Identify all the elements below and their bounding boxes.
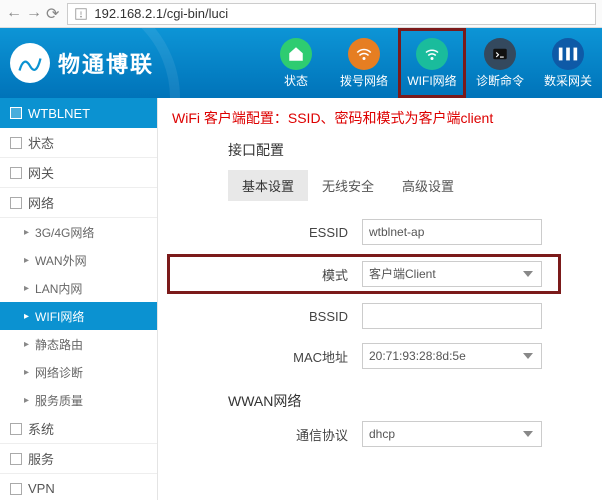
row-essid: ESSID bbox=[172, 219, 588, 245]
tab-advanced[interactable]: 高级设置 bbox=[388, 170, 468, 201]
sidebar-sub-qos[interactable]: 服务质量 bbox=[0, 386, 157, 414]
sidebar-title[interactable]: WTBLNET bbox=[0, 98, 157, 128]
gateway-icon bbox=[552, 38, 584, 70]
sidebar-item-service[interactable]: 服务 bbox=[0, 444, 157, 474]
topnav-label: 数采网关 bbox=[544, 72, 592, 89]
sidebar-item-vpn[interactable]: VPN bbox=[0, 474, 157, 500]
section-title-wwan: WWAN网络 bbox=[172, 391, 588, 411]
label-essid: ESSID bbox=[172, 225, 362, 240]
wifi-icon bbox=[416, 38, 448, 70]
select-mode[interactable]: 客户端Client bbox=[362, 261, 542, 287]
url-text: 192.168.2.1/cgi-bin/luci bbox=[94, 6, 228, 21]
label-bssid: BSSID bbox=[172, 309, 362, 324]
row-mode: 模式 客户端Client bbox=[172, 259, 556, 289]
sidebar-sub-lan[interactable]: LAN内网 bbox=[0, 274, 157, 302]
browser-nav: ← → ⟳ bbox=[6, 4, 59, 24]
sidebar-item-network[interactable]: 网络 bbox=[0, 188, 157, 218]
input-essid[interactable] bbox=[362, 219, 542, 245]
topnav-label: 状态 bbox=[284, 72, 308, 89]
topnav-gateway[interactable]: 数采网关 bbox=[534, 28, 602, 98]
reload-icon[interactable]: ⟳ bbox=[46, 4, 59, 24]
topnav-wifi[interactable]: WIFI网络 bbox=[398, 28, 466, 98]
top-nav: 状态 拨号网络 WIFI网络 诊断命令 数采网关 bbox=[262, 28, 602, 98]
page-info-icon bbox=[74, 7, 88, 21]
sidebar-sub-3g4g[interactable]: 3G/4G网络 bbox=[0, 218, 157, 246]
brand-name: 物通博联 bbox=[58, 47, 154, 79]
brand-logo bbox=[10, 43, 50, 83]
sidebar: WTBLNET 状态 网关 网络 3G/4G网络 WAN外网 LAN内网 WIF… bbox=[0, 98, 158, 500]
monitor-icon bbox=[10, 107, 22, 119]
signal-icon bbox=[348, 38, 380, 70]
sidebar-item-gateway[interactable]: 网关 bbox=[0, 158, 157, 188]
annotation-text: WiFi 客户端配置：SSID、密码和模式为客户端client bbox=[172, 108, 588, 128]
sidebar-item-system[interactable]: 系统 bbox=[0, 414, 157, 444]
topnav-label: 拨号网络 bbox=[340, 72, 388, 89]
square-icon bbox=[10, 197, 22, 209]
square-icon bbox=[10, 423, 22, 435]
home-icon bbox=[280, 38, 312, 70]
sidebar-sub-diag[interactable]: 网络诊断 bbox=[0, 358, 157, 386]
select-proto[interactable]: dhcp bbox=[362, 421, 542, 447]
sidebar-item-status[interactable]: 状态 bbox=[0, 128, 157, 158]
topnav-diag[interactable]: 诊断命令 bbox=[466, 28, 534, 98]
topnav-label: 诊断命令 bbox=[476, 72, 524, 89]
square-icon bbox=[10, 483, 22, 495]
label-proto: 通信协议 bbox=[172, 425, 362, 444]
main-area: WTBLNET 状态 网关 网络 3G/4G网络 WAN外网 LAN内网 WIF… bbox=[0, 98, 602, 500]
topnav-dial[interactable]: 拨号网络 bbox=[330, 28, 398, 98]
app-header: 物通博联 状态 拨号网络 WIFI网络 诊断命令 数采网关 bbox=[0, 28, 602, 98]
terminal-icon bbox=[484, 38, 516, 70]
browser-bar: ← → ⟳ 192.168.2.1/cgi-bin/luci bbox=[0, 0, 602, 28]
square-icon bbox=[10, 137, 22, 149]
tab-security[interactable]: 无线安全 bbox=[308, 170, 388, 201]
row-mac: MAC地址 20:71:93:28:8d:5e bbox=[172, 343, 588, 369]
tabs: 基本设置 无线安全 高级设置 bbox=[228, 170, 588, 201]
sidebar-sub-wifi[interactable]: WIFI网络 bbox=[0, 302, 157, 330]
content-pane: WiFi 客户端配置：SSID、密码和模式为客户端client 接口配置 基本设… bbox=[158, 98, 602, 500]
select-mac[interactable]: 20:71:93:28:8d:5e bbox=[362, 343, 542, 369]
input-bssid[interactable] bbox=[362, 303, 542, 329]
sidebar-sub-wan[interactable]: WAN外网 bbox=[0, 246, 157, 274]
forward-icon[interactable]: → bbox=[26, 4, 42, 24]
row-bssid: BSSID bbox=[172, 303, 588, 329]
row-proto: 通信协议 dhcp bbox=[172, 421, 588, 447]
square-icon bbox=[10, 453, 22, 465]
back-icon[interactable]: ← bbox=[6, 4, 22, 24]
tab-basic[interactable]: 基本设置 bbox=[228, 170, 308, 201]
square-icon bbox=[10, 167, 22, 179]
topnav-label: WIFI网络 bbox=[407, 72, 456, 89]
label-mode: 模式 bbox=[172, 265, 362, 284]
sidebar-sub-route[interactable]: 静态路由 bbox=[0, 330, 157, 358]
section-title-interface: 接口配置 bbox=[172, 140, 588, 160]
url-bar[interactable]: 192.168.2.1/cgi-bin/luci bbox=[67, 3, 596, 25]
topnav-status[interactable]: 状态 bbox=[262, 28, 330, 98]
label-mac: MAC地址 bbox=[172, 347, 362, 366]
